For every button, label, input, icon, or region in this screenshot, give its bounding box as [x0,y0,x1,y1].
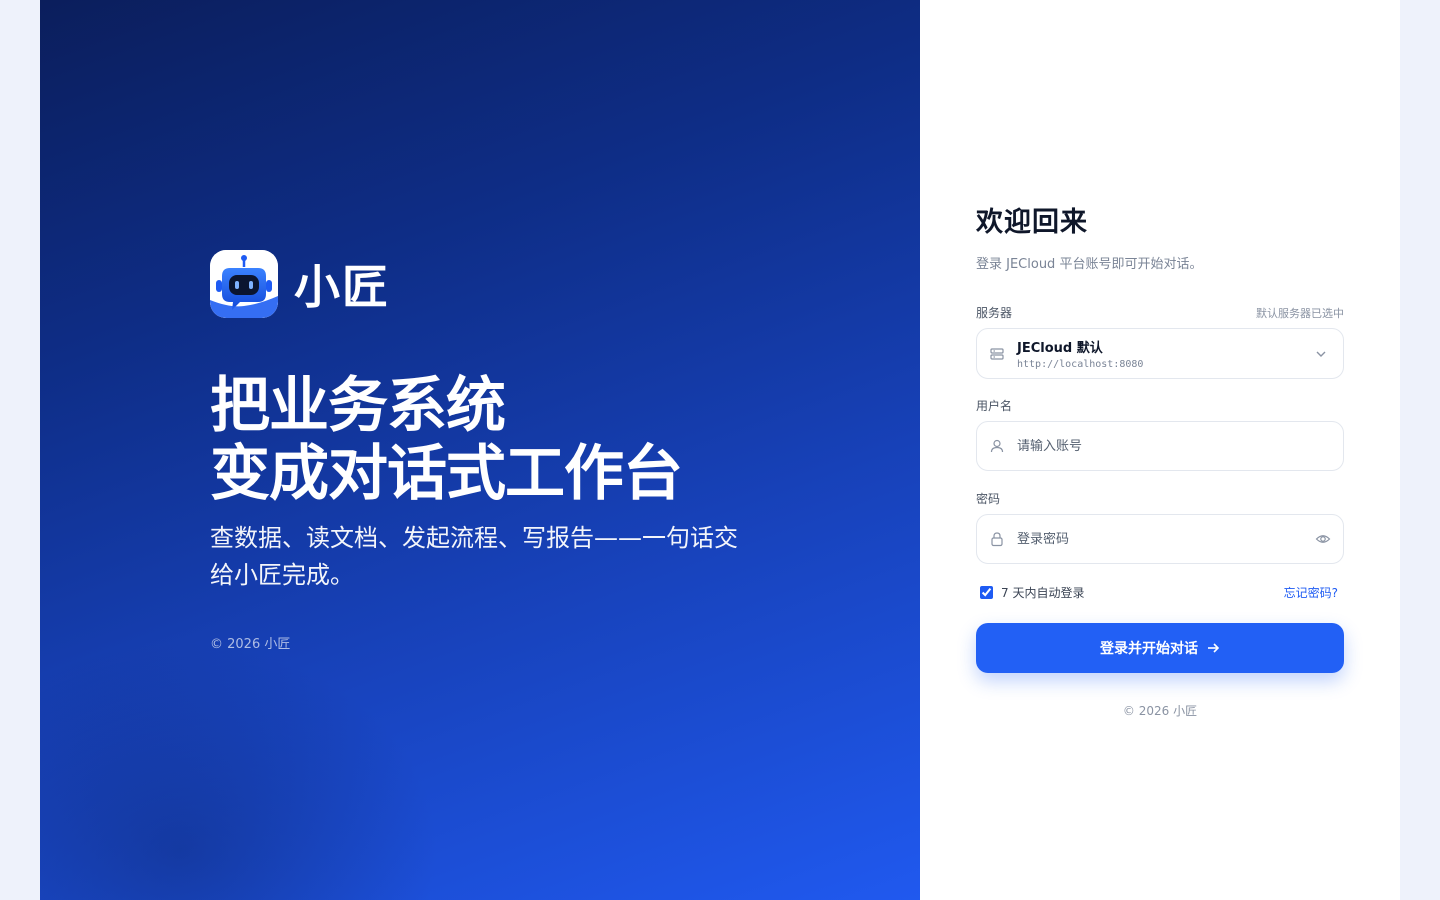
login-form: 欢迎回来 登录 JECloud 平台账号即可开始对话。 服务器 默认服务器已选中 [976,200,1344,719]
brand-name: 小匠 [294,260,390,314]
options-row: 7 天内自动登录 忘记密码? [976,584,1344,601]
server-name: JECloud 默认 [1017,341,1103,356]
hero-panel: 小匠 把业务系统 变成对话式工作台 查数据、读文档、发起流程、写报告——一句话交… [40,0,920,900]
password-section: 密码 [976,488,1344,564]
hero-headline: 把业务系统 变成对话式工作台 [210,371,683,509]
forgot-password-link[interactable]: 忘记密码? [1284,584,1338,601]
server-icon [989,346,1005,362]
hero-copyright: © 2026 小匠 [210,637,291,652]
hero-subline: 查数据、读文档、发起流程、写报告——一句话交给小匠完成。 [210,524,738,589]
server-label-row: 服务器 默认服务器已选中 [976,304,1344,321]
login-panel: 欢迎回来 登录 JECloud 平台账号即可开始对话。 服务器 默认服务器已选中 [920,0,1400,900]
server-label: 服务器 [976,306,1013,320]
username-section: 用户名 [976,395,1344,471]
brand: 小匠 [210,250,390,318]
panel-copyright: © 2026 小匠 [1122,704,1198,718]
remember-me[interactable]: 7 天内自动登录 [976,584,1084,601]
page-subtitle: 登录 JECloud 平台账号即可开始对话。 [976,257,1203,272]
user-icon [989,438,1005,454]
eye-icon[interactable] [1315,531,1331,547]
headline-line-2: 变成对话式工作台 [210,439,683,509]
server-section: 服务器 默认服务器已选中 JECloud 默认 http://localhost… [976,304,1344,379]
username-field[interactable] [976,421,1344,471]
remember-checkbox[interactable] [980,586,993,599]
login-page: 小匠 把业务系统 变成对话式工作台 查数据、读文档、发起流程、写报告——一句话交… [40,0,1400,900]
arrow-right-icon [1206,641,1220,655]
server-url: http://localhost:8080 [1017,359,1144,370]
password-field[interactable] [976,514,1344,564]
lock-icon [989,531,1005,547]
username-label: 用户名 [976,399,1013,413]
server-select[interactable]: JECloud 默认 http://localhost:8080 [976,328,1344,379]
login-submit-button[interactable]: 登录并开始对话 [976,623,1344,673]
robot-logo-icon [210,250,278,318]
username-input[interactable] [1017,438,1331,454]
remember-label: 7 天内自动登录 [1001,586,1085,600]
server-hint: 默认服务器已选中 [1256,306,1344,320]
password-input[interactable] [1017,531,1315,547]
chevron-down-icon[interactable] [1313,346,1329,362]
server-text: JECloud 默认 http://localhost:8080 [1017,337,1313,370]
password-label: 密码 [976,492,1001,506]
submit-label: 登录并开始对话 [1100,641,1198,657]
page-title: 欢迎回来 [976,207,1088,238]
headline-line-1: 把业务系统 [210,371,506,441]
